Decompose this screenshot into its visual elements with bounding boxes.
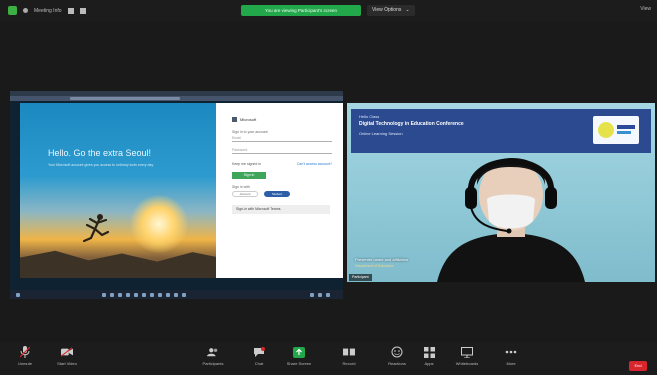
whiteboards-label: Whiteboards	[455, 361, 479, 366]
apps-button[interactable]: Apps	[408, 346, 450, 374]
system-tray-icon[interactable]	[310, 293, 314, 297]
form-logo-text: Microsoft	[240, 117, 257, 122]
presenter-video-tile[interactable]: Hello Class Digital Technology in Educat…	[347, 103, 655, 282]
share-screen-icon	[293, 346, 305, 358]
logo-wordmark-sub	[617, 131, 631, 134]
hills-silhouette	[20, 250, 216, 278]
more-button[interactable]: More	[490, 346, 532, 374]
apps-label: Apps	[424, 361, 434, 366]
taskbar-app-icon[interactable]	[182, 293, 186, 297]
start-video-label: Start Video	[57, 361, 77, 366]
chat-button[interactable]: Chat	[238, 346, 280, 374]
top-bar: Meeting Info You are viewing Participant…	[0, 0, 657, 22]
browser-address-bar	[10, 96, 343, 101]
forgot-link[interactable]: Can't access account?	[297, 162, 332, 166]
meeting-info-label[interactable]: Meeting Info	[34, 8, 62, 14]
system-tray-icon[interactable]	[318, 293, 322, 297]
form-options-row: Keep me signed in Can't access account?	[232, 162, 332, 166]
end-meeting-button[interactable]: End	[629, 361, 647, 371]
slide-title: Digital Technology in Education Conferen…	[359, 121, 464, 127]
password-field[interactable]: Password	[232, 148, 332, 154]
taskbar-app-icon[interactable]	[126, 293, 130, 297]
sign-in-button[interactable]: Sign in	[232, 172, 266, 179]
chat-bubble-icon	[253, 346, 265, 358]
chevron-down-icon: ⌄	[405, 7, 410, 13]
taskbar-app-icon[interactable]	[102, 293, 106, 297]
taskbar-app-icon[interactable]	[134, 293, 138, 297]
logo-mark-icon	[598, 122, 614, 138]
option-student[interactable]: Student	[264, 191, 290, 197]
whiteboard-icon	[461, 346, 473, 358]
reactions-label: Reactions	[388, 361, 406, 366]
chat-label: Chat	[254, 361, 264, 366]
info-icon[interactable]	[23, 8, 28, 13]
apps-icon	[423, 346, 435, 358]
meeting-toolbar: Unmute Start Video Participants Chat Sha…	[0, 343, 657, 375]
taskbar-app-icon[interactable]	[110, 293, 114, 297]
share-screen-label: Share Screen	[286, 361, 312, 366]
view-button[interactable]: View	[640, 6, 651, 12]
url-field	[70, 97, 180, 100]
screen-share-banner: You are viewing Participant's screen	[241, 5, 361, 16]
taskbar-app-icon[interactable]	[174, 293, 178, 297]
logo-wordmark	[617, 125, 635, 129]
option-account[interactable]: Account	[232, 191, 258, 197]
layout-icon[interactable]	[79, 7, 86, 14]
participant-name-tag: Participant	[349, 274, 372, 281]
sign-in-with-label: Sign in with	[232, 185, 250, 189]
grid-icon[interactable]	[67, 7, 74, 14]
view-options-label: View Options	[372, 7, 402, 13]
teams-sign-in-link[interactable]: Sign-in with Microsoft Teams	[232, 205, 330, 214]
unmute-label: Unmute	[17, 361, 32, 366]
form-title: Sign in to your account	[232, 130, 268, 134]
login-hero-image: Hello. Go the extra Seoul! Your Microsof…	[20, 103, 216, 278]
top-bar-left: Meeting Info	[8, 6, 86, 15]
more-dots-icon	[505, 346, 517, 358]
email-field[interactable]: Email	[232, 136, 332, 142]
microsoft-logo-icon	[232, 117, 237, 122]
hero-heading: Hello. Go the extra Seoul!	[48, 148, 152, 158]
microphone-icon	[19, 346, 31, 358]
windows-taskbar	[10, 290, 343, 299]
taskbar-app-icon[interactable]	[158, 293, 162, 297]
view-options-button[interactable]: View Options ⌄	[367, 5, 415, 16]
sign-in-form: Microsoft Sign in to your account Email …	[216, 103, 343, 278]
start-video-button[interactable]: Start Video	[46, 346, 88, 374]
form-logo: Microsoft	[232, 117, 331, 122]
presenter-person-image	[437, 157, 585, 282]
reactions-icon	[391, 346, 403, 358]
slide-footer-subtext: Department of Education	[355, 264, 394, 268]
record-icon	[343, 346, 355, 358]
hero-subtext: Your Microsoft account gives you access …	[48, 163, 154, 167]
share-screen-button[interactable]: Share Screen	[278, 346, 320, 374]
record-button[interactable]: Record	[328, 346, 370, 374]
keep-signed-in-checkbox[interactable]: Keep me signed in	[232, 162, 261, 166]
security-shield-icon[interactable]	[8, 6, 17, 15]
taskbar-app-icon[interactable]	[150, 293, 154, 297]
slide-footer-text: Presenter name and affiliation	[355, 257, 409, 262]
start-icon[interactable]	[16, 293, 20, 297]
more-label: More	[506, 361, 516, 366]
taskbar-app-icon[interactable]	[166, 293, 170, 297]
taskbar-app-icon[interactable]	[142, 293, 146, 297]
taskbar-app-icon[interactable]	[118, 293, 122, 297]
whiteboards-button[interactable]: Whiteboards	[446, 346, 488, 374]
video-camera-icon	[61, 346, 73, 358]
institution-logo	[593, 116, 639, 144]
system-tray-icon[interactable]	[326, 293, 330, 297]
record-label: Record	[342, 361, 356, 366]
slide-subtitle: Online Learning Session	[359, 131, 403, 136]
participants-icon	[207, 346, 219, 358]
sign-in-options: Account Student	[232, 191, 331, 197]
jumping-person-icon	[82, 214, 110, 243]
slide-kicker: Hello Class	[359, 114, 380, 119]
shared-screen-panel: Hello. Go the extra Seoul! Your Microsof…	[10, 91, 343, 299]
participants-label: Participants	[202, 361, 224, 366]
sunlight-glow	[130, 195, 188, 253]
participants-button[interactable]: Participants	[192, 346, 234, 374]
unmute-button[interactable]: Unmute	[4, 346, 46, 374]
